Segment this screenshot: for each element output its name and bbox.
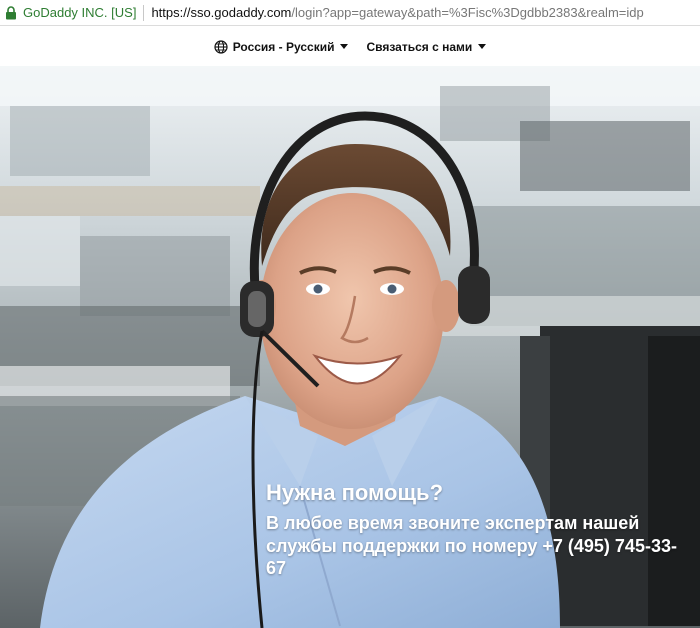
language-selector[interactable]: Россия - Русский <box>214 40 349 54</box>
globe-icon <box>214 39 228 54</box>
chevron-down-icon <box>340 44 349 49</box>
address-bar[interactable]: GoDaddy INC. [US] https://sso.godaddy.co… <box>0 0 700 26</box>
url-host: https://sso.godaddy.com <box>151 5 292 20</box>
contact-label: Связаться с нами <box>366 39 473 54</box>
contact-us-menu[interactable]: Связаться с нами <box>366 39 487 54</box>
support-hero: Нужна помощь? В любое время звоните эксп… <box>0 66 700 628</box>
chevron-down-icon <box>478 44 487 49</box>
address-divider <box>143 4 145 21</box>
help-text: В любое время звоните экспертам нашей сл… <box>266 513 677 579</box>
site-identity[interactable]: GoDaddy INC. [US] <box>23 5 136 20</box>
help-title: Нужна помощь? <box>266 480 444 505</box>
language-label: Россия - Русский <box>232 39 335 54</box>
lock-icon <box>5 5 17 20</box>
url-field[interactable]: https://sso.godaddy.com/login?app=gatewa… <box>151 5 643 20</box>
help-block: Нужна помощь? В любое время звоните эксп… <box>266 480 696 580</box>
url-path: /login?app=gateway&path=%3Fisc%3Dgdbb238… <box>291 5 644 20</box>
top-nav: Россия - Русский Связаться с нами <box>0 27 700 66</box>
